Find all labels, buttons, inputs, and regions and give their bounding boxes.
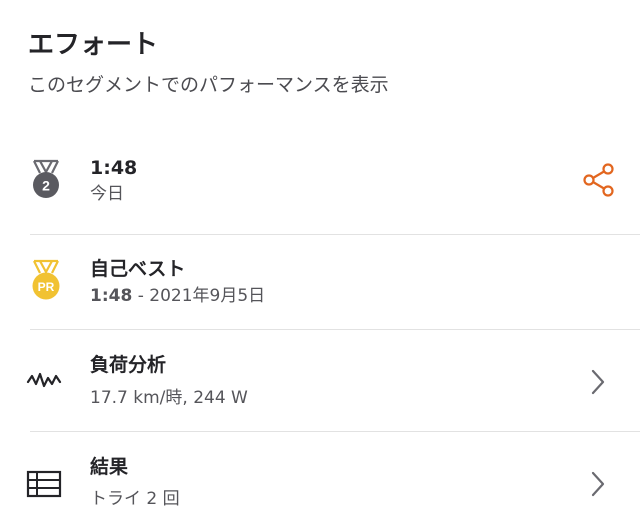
- share-icon[interactable]: [580, 161, 618, 199]
- page-subtitle: このセグメントでのパフォーマンスを表示: [28, 74, 389, 96]
- page-header: エフォート: [28, 28, 158, 62]
- medal-gold-icon: PR: [32, 259, 60, 300]
- chevron-right-icon[interactable]: [590, 470, 606, 498]
- personal-record-time: 1:48: [90, 286, 133, 306]
- effort-date: 今日: [90, 184, 124, 204]
- analysis-detail: 17.7 km/時, 244 W: [90, 388, 248, 408]
- chevron-right-icon[interactable]: [590, 368, 606, 396]
- personal-record-row: PR 自己ベスト 1:48 - 2021年9月5日: [0, 235, 640, 330]
- results-row[interactable]: 結果 トライ 2 回: [0, 432, 640, 526]
- table-icon: [26, 470, 62, 498]
- results-detail: トライ 2 回: [90, 489, 180, 509]
- effort-row: 2 1:48 今日: [0, 135, 640, 235]
- personal-record-date: 2021年9月5日: [149, 286, 266, 306]
- waveform-icon: [26, 372, 62, 388]
- pr-badge-text: PR: [38, 280, 55, 294]
- personal-record-label: 自己ベスト: [90, 258, 186, 280]
- effort-time: 1:48: [90, 157, 138, 179]
- medal-silver-icon: 2: [33, 159, 59, 198]
- analysis-label: 負荷分析: [90, 354, 167, 376]
- page-title: エフォート: [28, 30, 159, 60]
- personal-record-separator: -: [132, 286, 150, 306]
- personal-record-detail: 1:48 - 2021年9月5日: [90, 284, 265, 308]
- rank-badge-number: 2: [42, 178, 50, 194]
- analysis-row[interactable]: 負荷分析 17.7 km/時, 244 W: [0, 330, 640, 432]
- results-label: 結果: [90, 456, 129, 478]
